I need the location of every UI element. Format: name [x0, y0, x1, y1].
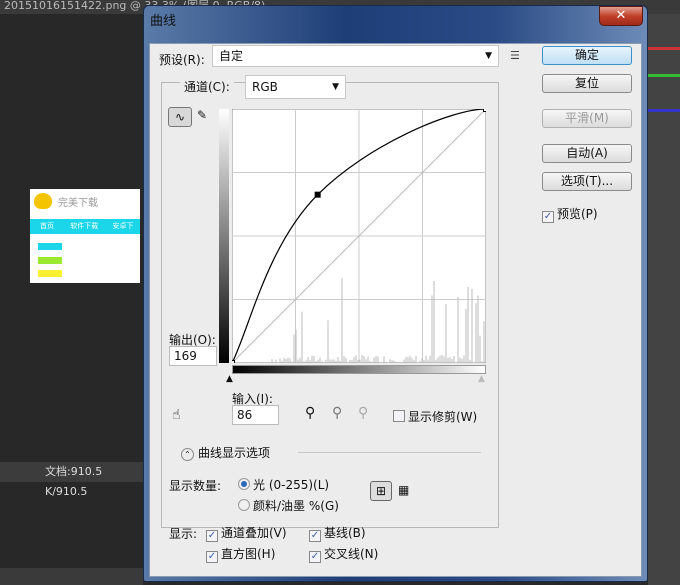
chevron-down-icon: ▼	[485, 51, 492, 61]
intersection-checkbox[interactable]: ✓ 交叉线(N)	[309, 545, 378, 563]
chevron-down-icon: ▼	[332, 82, 339, 92]
right-panel	[648, 14, 680, 585]
output-field[interactable]: 169	[169, 346, 217, 366]
preview-checkbox[interactable]: ✓ 预览(P)	[542, 205, 598, 223]
detailed-grid-icon[interactable]: ▦	[398, 483, 409, 497]
channel-overlays-label: 通道叠加(V)	[221, 526, 287, 540]
intersection-label: 交叉线(N)	[324, 547, 379, 561]
show-clipping-label: 显示修剪(W)	[408, 410, 478, 424]
input-gradient-bar	[232, 365, 486, 374]
black-eyedropper-icon[interactable]: ⚲	[305, 405, 315, 421]
options-button[interactable]: 选项(T)...	[542, 172, 632, 191]
targeted-adjust-hand-icon[interactable]: ☝	[172, 407, 181, 423]
auto-button[interactable]: 自动(A)	[542, 144, 632, 163]
channel-overlays-checkbox[interactable]: ✓ 通道叠加(V)	[206, 524, 287, 542]
smooth-button[interactable]: 平滑(M)	[542, 109, 632, 128]
baseline-checkbox[interactable]: ✓ 基线(B)	[309, 524, 366, 542]
ok-button[interactable]: 确定	[542, 46, 632, 65]
flame-logo-icon	[34, 193, 52, 209]
black-point-slider[interactable]: ▲	[226, 374, 233, 384]
show-amount-label: 显示数量:	[169, 479, 222, 493]
checkmark-icon: ✓	[206, 551, 218, 563]
checkmark-icon: ✓	[309, 551, 321, 563]
dialog-title: 曲线	[150, 14, 177, 29]
light-radio[interactable]: 光 (0-255)(L)	[238, 476, 329, 493]
histogram-checkbox[interactable]: ✓ 直方图(H)	[206, 545, 275, 563]
pigment-label: 颜料/油墨 %(G)	[253, 499, 339, 513]
preset-value: 自定	[219, 49, 244, 63]
checkmark-icon: ✓	[542, 211, 554, 223]
canvas-thumbnail: 完美下载 首页 软件下载 安卓下载	[30, 189, 140, 283]
curves-dialog: 曲线 ✕ 预设(R): 自定 ▼ ☰ 通道(C): RGB ▼ ∿ ✎ ▲ ▲ 输出…	[143, 5, 648, 582]
curve-tool-icon[interactable]: ∿	[168, 107, 192, 127]
close-button[interactable]: ✕	[599, 6, 643, 26]
white-point-slider[interactable]: ▲	[478, 374, 485, 384]
preset-label: 预设(R):	[159, 53, 205, 67]
preset-menu-icon[interactable]: ☰	[510, 49, 520, 62]
light-label: 光 (0-255)(L)	[253, 478, 330, 492]
simple-grid-icon[interactable]: ⊞	[370, 481, 392, 501]
curve-graph[interactable]	[232, 109, 486, 363]
curve-point	[483, 109, 486, 112]
show-label: 显示:	[169, 527, 198, 541]
dialog-content: 预设(R): 自定 ▼ ☰ 通道(C): RGB ▼ ∿ ✎ ▲ ▲ 输出(O): …	[149, 43, 642, 577]
checkmark-icon: ✓	[206, 530, 218, 542]
preset-select[interactable]: 自定 ▼	[212, 45, 499, 67]
pigment-radio[interactable]: 颜料/油墨 %(G)	[238, 497, 339, 514]
channel-value: RGB	[252, 80, 278, 94]
curve-options-label: 曲线显示选项	[198, 446, 271, 460]
nav-home: 首页	[40, 222, 54, 230]
curve-point	[232, 360, 235, 363]
histogram-label: 直方图(H)	[221, 547, 276, 561]
channel-select[interactable]: RGB ▼	[245, 75, 346, 99]
brand-text: 完美下载	[58, 198, 98, 209]
checkbox-icon	[393, 410, 405, 422]
nav-software: 软件下载	[70, 222, 99, 230]
output-gradient-bar	[219, 109, 229, 363]
radio-icon	[238, 478, 250, 490]
collapse-icon: ⌃	[181, 448, 194, 461]
curve-point	[314, 191, 321, 198]
gray-eyedropper-icon[interactable]: ⚲	[332, 405, 342, 421]
white-eyedropper-icon[interactable]: ⚲	[358, 405, 368, 421]
timeline-controls[interactable]	[0, 568, 143, 585]
checkmark-icon: ✓	[309, 530, 321, 542]
preview-label: 预览(P)	[557, 207, 598, 221]
curve-options-toggle[interactable]: ⌃ 曲线显示选项	[181, 444, 270, 461]
show-clipping-checkbox[interactable]: 显示修剪(W)	[393, 408, 477, 425]
status-doc-size: 文档:910.5 K/910.5	[0, 462, 143, 498]
divider	[298, 452, 481, 453]
pencil-tool-icon[interactable]: ✎	[197, 108, 207, 122]
channel-label: 通道(C):	[180, 78, 234, 95]
baseline-label: 基线(B)	[324, 526, 366, 540]
radio-icon	[238, 499, 250, 511]
input-field[interactable]: 86	[232, 405, 279, 425]
reset-button[interactable]: 复位	[542, 74, 632, 93]
